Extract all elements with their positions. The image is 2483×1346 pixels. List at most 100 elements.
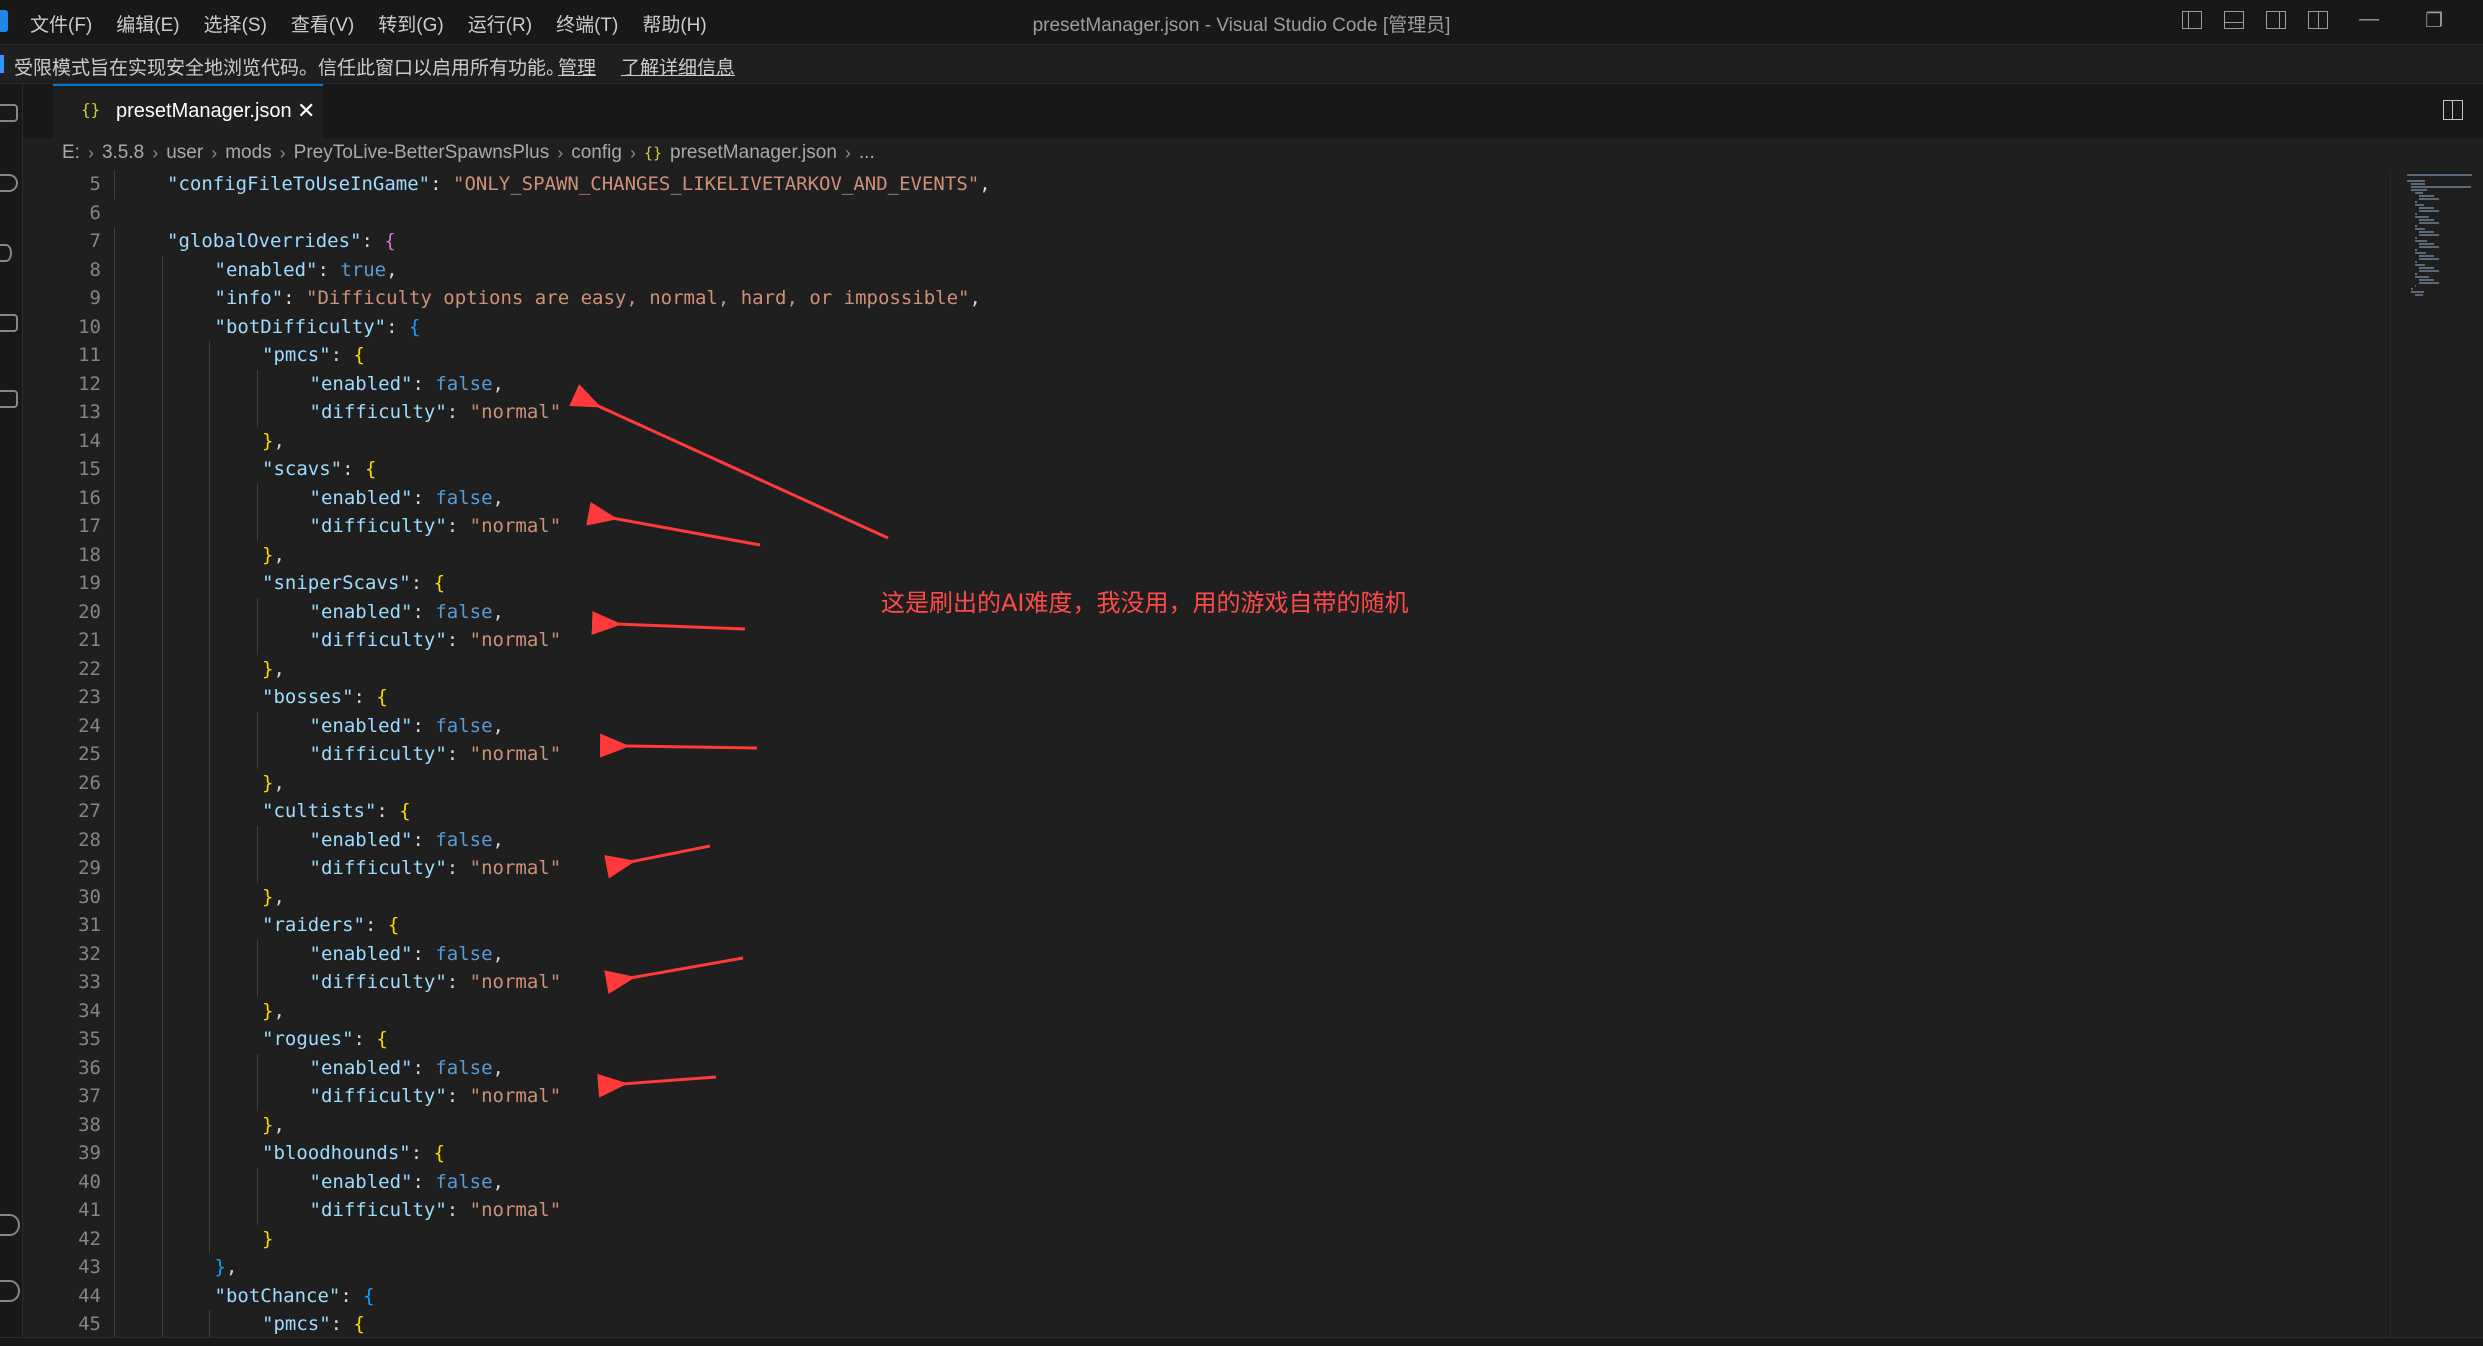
manage-link[interactable]: 管理 [558, 53, 596, 80]
search-icon[interactable] [0, 174, 18, 192]
explorer-icon[interactable] [0, 104, 18, 122]
minimap-line [2415, 285, 2416, 287]
code-line[interactable]: 42} [23, 1224, 2323, 1253]
code-line[interactable]: 16 "enabled": false, [23, 483, 2323, 512]
minimap-line [2419, 198, 2439, 200]
line-number: 31 [78, 914, 101, 936]
code-line[interactable]: 29 "difficulty": "normal" [23, 854, 2323, 883]
restricted-mode-banner: 受限模式旨在实现安全地浏览代码。信任此窗口以启用所有功能。 管理 了解详细信息 [0, 45, 2483, 84]
code-line[interactable]: 13 "difficulty": "normal" [23, 398, 2323, 427]
code-content: "difficulty": "normal" [310, 854, 562, 883]
code-line[interactable]: 32 "enabled": false, [23, 939, 2323, 968]
close-icon[interactable]: ✕ [297, 98, 315, 124]
toggle-panel-icon[interactable] [2224, 11, 2244, 29]
code-content: "raiders": { [262, 911, 399, 940]
indent-guide [114, 740, 115, 769]
breadcrumb-folder[interactable]: mods [225, 142, 271, 164]
code-line[interactable]: 36 "enabled": false, [23, 1053, 2323, 1082]
code-line[interactable]: 5 "configFileToUseInGame": "ONLY_SPAWN_CH… [23, 170, 2323, 199]
code-line[interactable]: 12 "enabled": false, [23, 369, 2323, 398]
code-line[interactable]: 30}, [23, 882, 2323, 911]
breadcrumb-folder[interactable]: user [166, 142, 203, 164]
code-line[interactable]: 45 "pmcs": { [23, 1310, 2323, 1339]
breadcrumb-symbol[interactable]: ... [859, 142, 875, 164]
restore-icon[interactable]: ❐ [2425, 8, 2443, 33]
code-line[interactable]: 15 "scavs": { [23, 455, 2323, 484]
split-editor-icon[interactable] [2443, 100, 2463, 120]
extensions-icon[interactable] [0, 390, 18, 408]
code-line[interactable]: 41 "difficulty": "normal" [23, 1196, 2323, 1225]
indent-guide [114, 825, 115, 854]
code-line[interactable]: 38}, [23, 1110, 2323, 1139]
code-token: "normal" [469, 629, 562, 651]
code-line[interactable]: 6 [23, 199, 2323, 228]
code-token: false [435, 714, 493, 737]
code-line[interactable]: 25 "difficulty": "normal" [23, 740, 2323, 769]
indent-guide [114, 227, 115, 256]
breadcrumb-drive[interactable]: E: [62, 142, 80, 164]
code-line[interactable]: 39 "bloodhounds": { [23, 1139, 2323, 1168]
code-line[interactable]: 21 "difficulty": "normal" [23, 626, 2323, 655]
code-line[interactable]: 27 "cultists": { [23, 797, 2323, 826]
breadcrumb-folder[interactable]: PreyToLive-BetterSpawnsPlus [294, 142, 550, 164]
vertical-scrollbar[interactable] [2390, 170, 2391, 1340]
code-line[interactable]: 43}, [23, 1253, 2323, 1282]
minimap[interactable] [2395, 170, 2480, 320]
indent-guide [161, 683, 163, 712]
code-line[interactable]: 8 "enabled": true, [23, 255, 2323, 284]
code-line[interactable]: 10 "botDifficulty": { [23, 312, 2323, 341]
indent-guide [161, 1224, 163, 1253]
code-editor[interactable]: 5 "configFileToUseInGame": "ONLY_SPAWN_CH… [23, 170, 2389, 1340]
toggle-secondary-sidebar-icon[interactable] [2266, 11, 2286, 29]
run-debug-icon[interactable] [0, 314, 18, 332]
code-line[interactable]: 11 "pmcs": { [23, 341, 2323, 370]
account-icon[interactable] [0, 1214, 20, 1236]
code-line[interactable]: 44 "botChance": { [23, 1281, 2323, 1310]
indent-guide [114, 512, 115, 541]
code-token: : [446, 1085, 470, 1107]
toggle-primary-sidebar-icon[interactable] [2182, 11, 2202, 29]
indent-guide [114, 569, 115, 598]
minimap-line [2419, 231, 2435, 233]
code-line[interactable]: 23 "bosses": { [23, 683, 2323, 712]
code-token: false [435, 486, 493, 509]
source-control-icon[interactable] [0, 244, 12, 262]
code-line[interactable]: 14}, [23, 426, 2323, 455]
code-line[interactable]: 17 "difficulty": "normal" [23, 512, 2323, 541]
code-token: : [376, 800, 400, 822]
customize-layout-icon[interactable] [2308, 11, 2328, 29]
code-line[interactable]: 22}, [23, 654, 2323, 683]
code-line[interactable]: 35 "rogues": { [23, 1025, 2323, 1054]
code-line[interactable]: 40 "enabled": false, [23, 1167, 2323, 1197]
breadcrumb-file[interactable]: presetManager.json [670, 142, 837, 164]
settings-gear-icon[interactable] [0, 1280, 20, 1302]
code-line[interactable]: 31 "raiders": { [23, 911, 2323, 940]
indent-guide [161, 483, 163, 512]
minimap-line [2415, 192, 2424, 194]
breadcrumb-folder[interactable]: 3.5.8 [102, 142, 144, 164]
tab-preset-manager[interactable]: {} presetManager.json ✕ [53, 84, 323, 138]
code-line[interactable]: 26}, [23, 768, 2323, 797]
code-line[interactable]: 33 "difficulty": "normal" [23, 968, 2323, 997]
code-line[interactable]: 24 "enabled": false, [23, 711, 2323, 740]
code-token: { [363, 1284, 375, 1307]
code-content: "enabled": false, [310, 1168, 505, 1197]
indent-guide [256, 369, 258, 398]
code-content: "difficulty": "normal" [310, 968, 562, 997]
code-line[interactable]: 34}, [23, 996, 2323, 1025]
code-line[interactable]: 37 "difficulty": "normal" [23, 1082, 2323, 1111]
code-token: : [283, 287, 307, 309]
learn-more-link[interactable]: 了解详细信息 [621, 53, 735, 80]
code-line[interactable]: 28 "enabled": false, [23, 825, 2323, 854]
code-line[interactable]: 7 "globalOverrides": { [23, 227, 2323, 256]
code-line[interactable]: 18}, [23, 540, 2323, 569]
code-line[interactable]: 9 "info": "Difficulty options are easy, n… [23, 284, 2323, 313]
line-number: 30 [78, 885, 101, 908]
line-number: 17 [78, 515, 101, 537]
breadcrumb-folder[interactable]: config [571, 142, 622, 164]
minimize-icon[interactable]: — [2359, 8, 2379, 33]
code-content: "enabled": false, [310, 598, 505, 627]
code-token: : [412, 828, 436, 851]
code-token: } [262, 429, 274, 452]
indent-guide [114, 1224, 115, 1253]
